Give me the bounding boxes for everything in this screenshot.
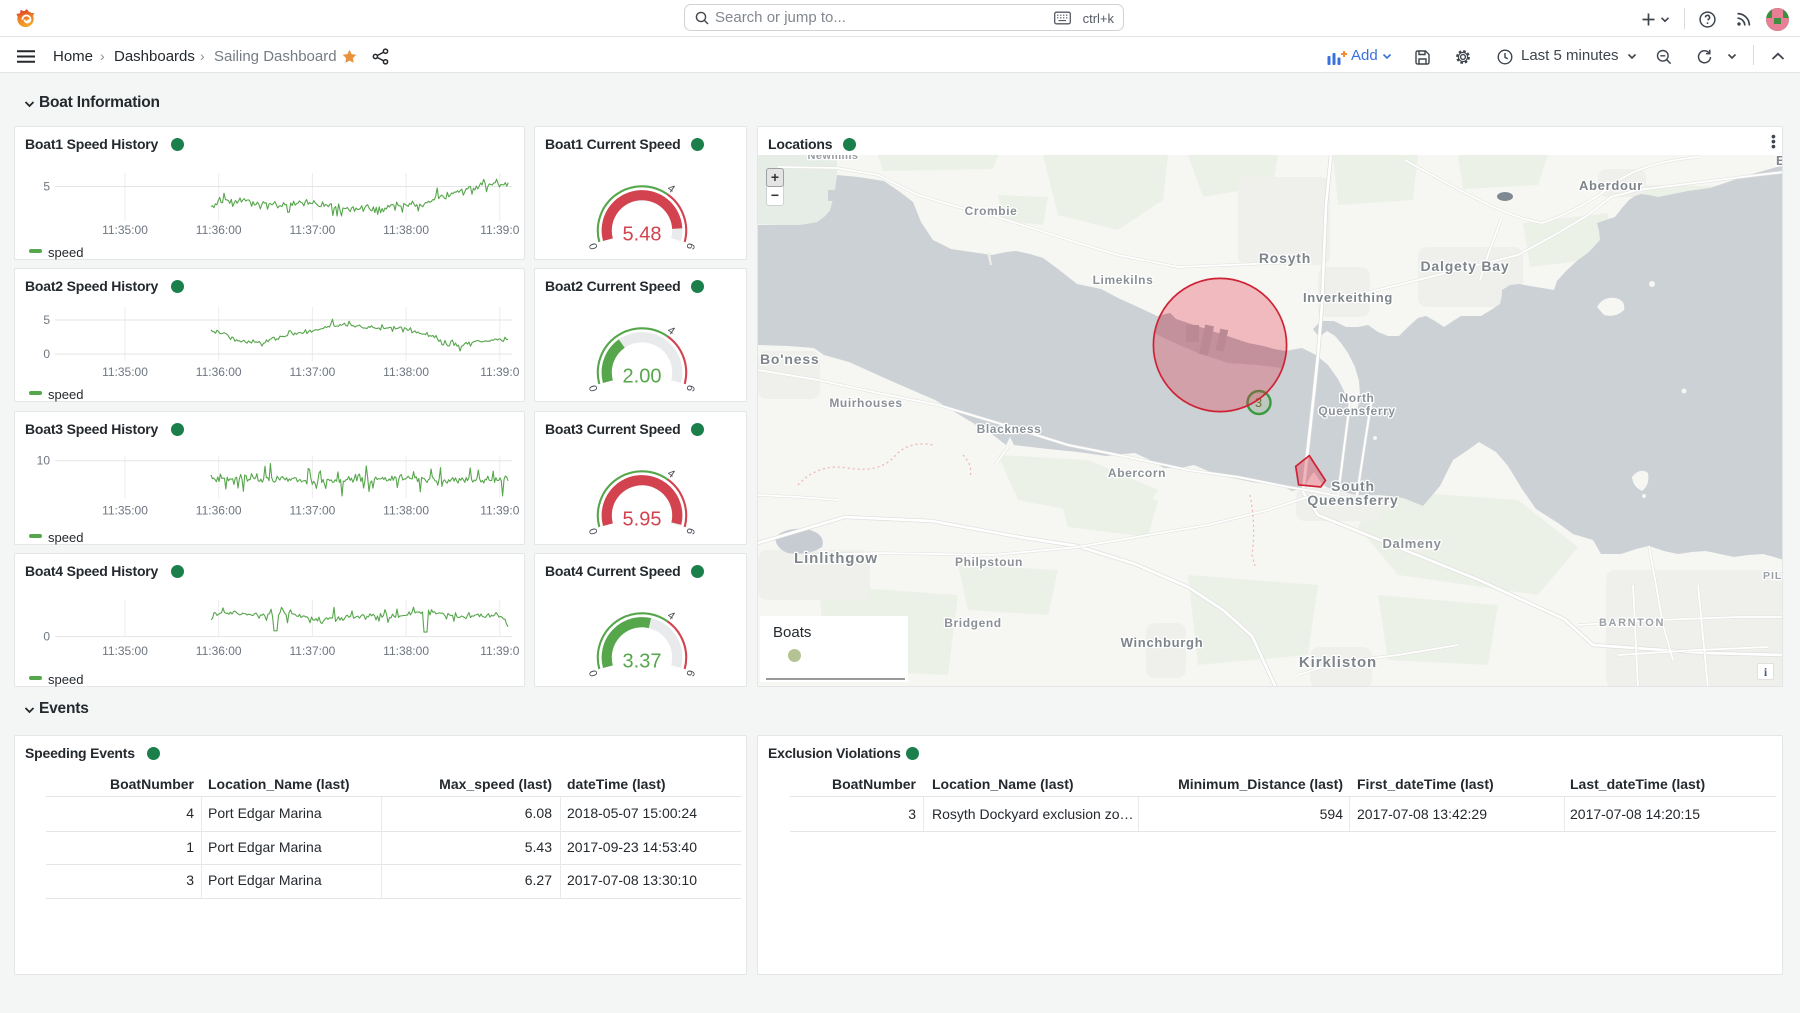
svg-text:11:38:00: 11:38:00: [383, 223, 429, 237]
svg-text:6: 6: [683, 241, 696, 251]
svg-text:0: 0: [587, 526, 600, 536]
svg-text:6: 6: [683, 668, 696, 678]
svg-text:11:39:0: 11:39:0: [480, 365, 519, 379]
svg-text:6: 6: [683, 526, 696, 536]
svg-text:11:36:00: 11:36:00: [196, 504, 242, 518]
svg-text:Queensferry: Queensferry: [1307, 492, 1398, 508]
svg-text:11:38:00: 11:38:00: [383, 365, 429, 379]
svg-text:Crombie: Crombie: [965, 204, 1018, 218]
svg-text:5.95: 5.95: [623, 509, 662, 531]
svg-text:11:35:00: 11:35:00: [102, 365, 148, 379]
svg-text:11:36:00: 11:36:00: [196, 644, 242, 658]
svg-text:Blackness: Blackness: [977, 422, 1042, 436]
svg-text:Rosyth: Rosyth: [1259, 250, 1311, 266]
svg-text:0: 0: [43, 347, 50, 361]
svg-text:5: 5: [43, 180, 50, 194]
svg-text:speed: speed: [48, 387, 83, 402]
svg-text:11:38:00: 11:38:00: [383, 504, 429, 518]
svg-text:0: 0: [43, 630, 50, 644]
svg-text:0: 0: [587, 241, 600, 251]
svg-text:Burntisland: Burntisland: [1776, 155, 1783, 168]
svg-text:BARNTON: BARNTON: [1599, 617, 1665, 629]
svg-text:Kirkliston: Kirkliston: [1299, 654, 1377, 671]
svg-text:Abercorn: Abercorn: [1108, 466, 1166, 480]
svg-text:10: 10: [37, 454, 51, 468]
svg-text:North: North: [1340, 391, 1375, 405]
svg-text:11:39:0: 11:39:0: [480, 644, 519, 658]
svg-text:6: 6: [683, 383, 696, 393]
svg-text:0: 0: [587, 383, 600, 393]
svg-text:Philpstoun: Philpstoun: [955, 555, 1023, 569]
svg-text:Newmills: Newmills: [808, 155, 859, 162]
svg-text:2.00: 2.00: [623, 366, 662, 388]
svg-text:11:39:0: 11:39:0: [480, 504, 519, 518]
svg-text:3.37: 3.37: [623, 651, 662, 673]
svg-text:Dalgety Bay: Dalgety Bay: [1421, 258, 1510, 274]
svg-text:11:37:00: 11:37:00: [289, 644, 335, 658]
svg-text:speed: speed: [48, 245, 83, 260]
svg-text:Limekilns: Limekilns: [1093, 273, 1154, 287]
svg-text:speed: speed: [48, 672, 83, 687]
svg-text:11:37:00: 11:37:00: [289, 365, 335, 379]
svg-text:11:35:00: 11:35:00: [102, 223, 148, 237]
svg-text:5.48: 5.48: [623, 224, 662, 246]
svg-text:PILTON: PILTON: [1763, 570, 1783, 582]
svg-text:Muirhouses: Muirhouses: [829, 396, 902, 410]
svg-text:Queensferry: Queensferry: [1318, 404, 1395, 418]
svg-text:11:37:00: 11:37:00: [289, 504, 335, 518]
svg-text:Linlithgow: Linlithgow: [794, 550, 878, 567]
svg-text:11:35:00: 11:35:00: [102, 644, 148, 658]
svg-text:11:36:00: 11:36:00: [196, 223, 242, 237]
svg-text:0: 0: [587, 668, 600, 678]
svg-text:Bo'ness: Bo'ness: [760, 351, 820, 367]
svg-text:11:39:0: 11:39:0: [480, 223, 519, 237]
svg-text:Aberdour: Aberdour: [1579, 178, 1643, 193]
svg-text:Dalmeny: Dalmeny: [1382, 536, 1441, 551]
svg-text:speed: speed: [48, 530, 83, 545]
svg-text:Winchburgh: Winchburgh: [1121, 635, 1204, 650]
svg-text:11:35:00: 11:35:00: [102, 504, 148, 518]
svg-text:Inverkeithing: Inverkeithing: [1303, 290, 1393, 305]
svg-text:11:37:00: 11:37:00: [289, 223, 335, 237]
svg-text:11:36:00: 11:36:00: [196, 365, 242, 379]
svg-text:5: 5: [43, 313, 50, 327]
svg-text:Bridgend: Bridgend: [944, 616, 1001, 630]
svg-text:11:38:00: 11:38:00: [383, 644, 429, 658]
